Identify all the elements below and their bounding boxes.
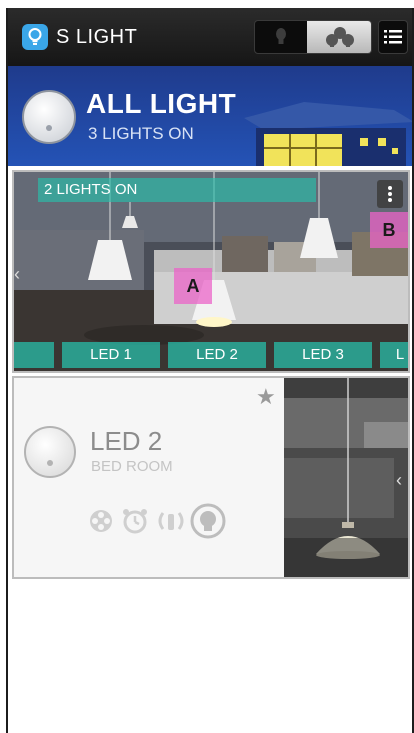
led-info-panel: ★ LED 2 BED ROOM [14,378,284,577]
bedroom-illustration [284,378,408,577]
app-frame: S LIGHT ALL LIGHT 3 LIGHTS ON 2 LIGHTS O… [6,8,414,733]
empty-list-area [8,583,412,733]
film-reel-icon[interactable] [86,506,116,536]
led-name: LED 2 [90,426,163,456]
single-light-view-button[interactable] [255,21,307,53]
group-view-button[interactable] [307,21,371,53]
bulb-icon [276,28,286,44]
all-light-title: ALL LIGHT [86,88,237,119]
lights-on-status: 2 LIGHTS ON [38,178,316,202]
led-tab-previous[interactable] [14,342,54,368]
next-arrow[interactable]: ‹ [396,470,402,491]
light-toggle-icon[interactable] [190,503,226,539]
all-light-status: 3 LIGHTS ON [88,124,194,143]
previous-arrow[interactable]: ‹ [14,264,20,285]
more-options-button[interactable] [377,180,403,208]
view-toggle [254,20,372,54]
favorite-star-icon[interactable]: ★ [256,384,276,410]
marker-b: B [370,212,408,248]
marker-a: A [174,268,212,304]
room-card[interactable]: 2 LIGHTS ON B A ‹ LED 1 LED 2 LED 3 L [12,170,410,373]
all-light-power-button[interactable] [22,90,76,144]
led-tab-2[interactable]: LED 2 [168,342,266,368]
house-illustration [244,102,412,166]
app-title: S LIGHT [56,26,138,48]
kebab-menu-icon [388,186,392,202]
led-room: BED ROOM [91,458,173,475]
list-menu-icon [384,30,402,44]
bedroom-photo: ‹ [284,378,408,577]
top-bar: S LIGHT [8,8,412,66]
led-power-button[interactable] [24,426,76,478]
alarm-clock-icon[interactable] [120,506,150,536]
lightbulb-icon [22,24,48,50]
all-light-banner[interactable]: ALL LIGHT 3 LIGHTS ON [8,66,412,166]
led-card[interactable]: ★ LED 2 BED ROOM ‹ [12,376,410,579]
music-sync-icon[interactable] [156,506,186,536]
menu-button[interactable] [378,20,408,54]
group-icon [326,27,354,47]
led-tab-next[interactable]: L [380,342,408,368]
led-tab-3[interactable]: LED 3 [274,342,372,368]
led-tab-1[interactable]: LED 1 [62,342,160,368]
